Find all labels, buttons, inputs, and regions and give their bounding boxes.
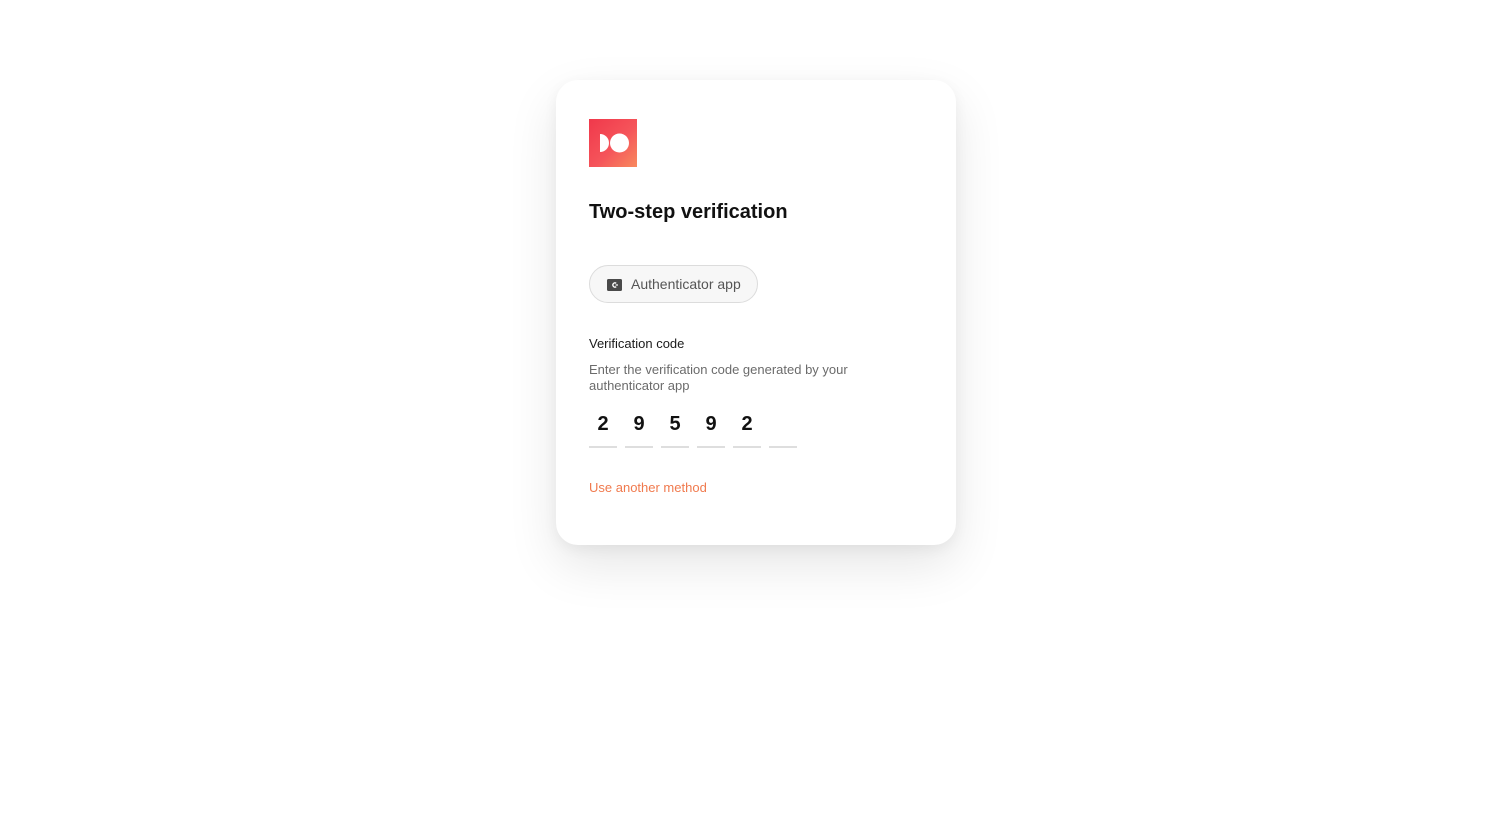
code-digit-1[interactable]: 2 (589, 404, 617, 448)
page-title: Two-step verification (589, 201, 788, 223)
verification-card: Two-step verification Authenticator app … (556, 80, 956, 545)
code-digit-value: 9 (705, 413, 717, 435)
code-digit-value: 9 (633, 413, 645, 435)
verification-code-input: 2 9 5 9 2 (589, 404, 797, 448)
verification-code-label: Verification code (589, 336, 685, 351)
brand-logo-icon (589, 119, 637, 167)
code-digit-2[interactable]: 9 (625, 404, 653, 448)
code-digit-5[interactable]: 2 (733, 404, 761, 448)
authenticator-app-icon (607, 278, 622, 291)
code-digit-value: 5 (669, 413, 681, 435)
verification-code-help: Enter the verification code generated by… (589, 362, 848, 393)
method-label: Authenticator app (631, 276, 741, 292)
code-digit-3[interactable]: 5 (661, 404, 689, 448)
use-another-method-link[interactable]: Use another method (589, 480, 707, 495)
code-digit-value: 2 (741, 413, 753, 435)
code-digit-4[interactable]: 9 (697, 404, 725, 448)
code-digit-6[interactable] (769, 404, 797, 448)
authenticator-app-method-button[interactable]: Authenticator app (589, 265, 758, 303)
code-digit-value: 2 (597, 413, 609, 435)
